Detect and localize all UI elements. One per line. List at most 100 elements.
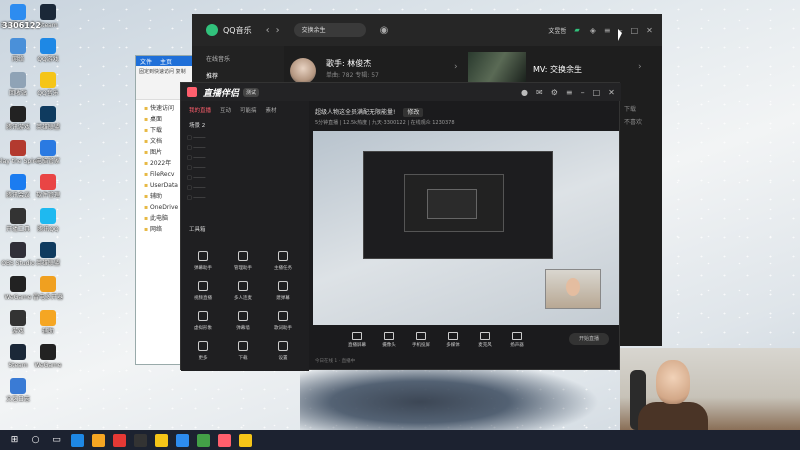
preview-nested-window bbox=[427, 189, 477, 219]
start-icon[interactable]: ⊞ bbox=[8, 434, 21, 447]
toolbox-item-label: 管理助手 bbox=[234, 266, 252, 271]
taskbar-app-icon[interactable] bbox=[218, 433, 231, 447]
mail-icon[interactable]: ✉ bbox=[536, 88, 543, 97]
toolbox-item[interactable]: 建弹幕 bbox=[265, 281, 301, 311]
toolbox-item[interactable]: 虚拟形象 bbox=[185, 311, 221, 341]
go-live-button[interactable]: 开始直播 bbox=[569, 333, 609, 345]
toolbox-item[interactable]: 歌词助手 bbox=[265, 311, 301, 341]
toolbox-item[interactable]: 下载 bbox=[225, 341, 261, 371]
source-item[interactable]: □ ──── bbox=[187, 173, 303, 183]
forward-icon[interactable]: › bbox=[276, 25, 280, 36]
app-icon bbox=[10, 72, 26, 88]
close-icon[interactable]: ✕ bbox=[646, 26, 653, 35]
desktop-shortcut-label: 腾讯游戏 bbox=[5, 124, 30, 131]
toolbox-item-label: 视频直播 bbox=[194, 296, 212, 301]
tab-other[interactable]: 可能搞 bbox=[240, 106, 257, 114]
back-icon[interactable]: ‹ bbox=[266, 25, 270, 36]
source-button-label: 摄像头 bbox=[382, 343, 396, 348]
taskbar-app-icon[interactable] bbox=[92, 433, 105, 447]
taskbar-app-icon[interactable] bbox=[71, 433, 84, 447]
edit-title-button[interactable]: 修改 bbox=[403, 108, 424, 117]
explorer-tab-file[interactable]: 文件 bbox=[140, 57, 152, 66]
taskbar-app-icon[interactable] bbox=[239, 433, 252, 447]
singer-name[interactable]: 歌手: 林俊杰 bbox=[326, 58, 371, 69]
tab-interact[interactable]: 互动 bbox=[220, 106, 231, 114]
scene-label[interactable]: 场景 2 bbox=[181, 119, 309, 131]
app-icon bbox=[40, 106, 56, 122]
mic-icon[interactable]: ◉ bbox=[380, 25, 389, 36]
source-button[interactable]: 多媒体 bbox=[439, 332, 467, 348]
source-button[interactable]: 麦克风 bbox=[471, 332, 499, 348]
tab-my-live[interactable]: 我的直播 bbox=[189, 106, 211, 114]
tab-material[interactable]: 素材 bbox=[266, 106, 277, 114]
qqmusic-titlebar: QQ音乐 ‹ › 交换余生 ◉ 文昱哲 ▰ ◈ ≡ – □ ✕ bbox=[192, 14, 662, 46]
singer-avatar[interactable] bbox=[290, 58, 316, 84]
source-item[interactable]: □ ──── bbox=[187, 143, 303, 153]
mv-title[interactable]: MV: 交换余生 bbox=[533, 64, 582, 75]
desktop-icons: 360安全卫士 Steam 网络 QQ游戏 回收站 QQ音乐 腾讯游戏 英雄联盟 Slay th… bbox=[0, 0, 100, 430]
live-companion-window[interactable]: 直播伴侣 测试 ● ✉ ⚙ ≡ – □ ✕ 我的直播 互动 可能搞 素材 场景 … bbox=[180, 82, 621, 371]
source-item[interactable]: □ ──── bbox=[187, 193, 303, 203]
preview-webcam bbox=[545, 269, 601, 309]
toolbox-item[interactable]: 管理助手 bbox=[225, 251, 261, 281]
app-icon bbox=[40, 38, 56, 54]
tool-icon bbox=[198, 281, 208, 291]
desktop-shortcut-label: 电脑管家 bbox=[35, 158, 60, 165]
source-button[interactable]: 直播屏幕 bbox=[343, 332, 371, 348]
maximize-icon[interactable]: □ bbox=[631, 26, 639, 35]
qqmusic-user-name[interactable]: 文昱哲 bbox=[548, 26, 566, 35]
search-icon[interactable]: ○ bbox=[29, 434, 42, 447]
toolbox-item[interactable]: 多人连麦 bbox=[225, 281, 261, 311]
taskview-icon[interactable]: ▭ bbox=[50, 434, 63, 447]
settings-icon[interactable]: ⚙ bbox=[551, 88, 558, 97]
desktop-shortcut[interactable]: 文艺日志 bbox=[0, 376, 36, 416]
minimize-icon[interactable]: – bbox=[581, 88, 585, 97]
source-item[interactable]: □ ──── bbox=[187, 183, 303, 193]
toolbox-item[interactable]: 更多 bbox=[185, 341, 221, 371]
source-button[interactable]: 手机投屏 bbox=[407, 332, 435, 348]
app-icon bbox=[10, 140, 26, 156]
explorer-tab-home[interactable]: 主页 bbox=[160, 57, 172, 66]
taskbar-app-icon[interactable] bbox=[155, 433, 168, 447]
toolbox-item[interactable]: 弹幕助手 bbox=[185, 251, 221, 281]
toolbox-item[interactable]: 视频直播 bbox=[185, 281, 221, 311]
chevron-right-icon[interactable]: › bbox=[454, 62, 458, 72]
dislike-label[interactable]: 不喜欢 bbox=[624, 117, 660, 126]
preview-nested-window bbox=[404, 174, 504, 232]
qqmusic-search-input[interactable]: 交换余生 bbox=[293, 23, 366, 37]
stream-title[interactable]: 超级人物这全员满配无限能量! 修改 bbox=[315, 107, 424, 117]
desktop-shortcut-label: 腾讯会议 bbox=[5, 192, 30, 199]
webcam-overlay bbox=[620, 348, 800, 430]
close-icon[interactable]: ✕ bbox=[608, 88, 615, 97]
toolbox-item[interactable]: 主播任务 bbox=[265, 251, 301, 281]
toolbox-item[interactable]: 设置 bbox=[265, 341, 301, 371]
live-main-panel: 超级人物这全员满配无限能量! 修改 5分钟直播 | 12.5k热度 | 九天·3… bbox=[309, 101, 621, 371]
taskbar-app-icon[interactable] bbox=[113, 433, 126, 447]
scene-source-list[interactable]: □ ──── □ ──── □ ──── □ ──── □ ──── □ ───… bbox=[181, 131, 309, 205]
source-item[interactable]: □ ──── bbox=[187, 133, 303, 143]
source-item[interactable]: □ ──── bbox=[187, 153, 303, 163]
maximize-icon[interactable]: □ bbox=[593, 88, 601, 97]
chevron-right-icon[interactable]: › bbox=[638, 62, 642, 72]
app-icon bbox=[10, 276, 26, 292]
source-item[interactable]: □ ──── bbox=[187, 163, 303, 173]
mv-thumbnail[interactable] bbox=[468, 52, 526, 82]
tool-icon bbox=[238, 251, 248, 261]
source-button[interactable]: 扬声器 bbox=[503, 332, 531, 348]
skin-icon[interactable]: ◈ bbox=[590, 26, 596, 35]
source-button[interactable]: 摄像头 bbox=[375, 332, 403, 348]
desktop-shortcut-label: 软件管理 bbox=[35, 192, 60, 199]
settings-icon[interactable]: ≡ bbox=[604, 26, 611, 35]
sidebar-section-label: 在线音乐 bbox=[206, 56, 231, 63]
app-icon bbox=[40, 276, 56, 292]
app-icon bbox=[40, 242, 56, 258]
app-icon bbox=[10, 38, 26, 54]
toolbox-item[interactable]: 弹幕墙 bbox=[225, 311, 261, 341]
desktop: 360安全卫士 Steam 网络 QQ游戏 回收站 QQ音乐 腾讯游戏 英雄联盟 Slay th… bbox=[0, 0, 800, 450]
menu-icon[interactable]: ≡ bbox=[566, 88, 573, 97]
taskbar-app-icon[interactable] bbox=[197, 433, 210, 447]
download-label[interactable]: 下载 bbox=[624, 104, 660, 113]
avatar-icon[interactable]: ● bbox=[521, 88, 528, 97]
taskbar-app-icon[interactable] bbox=[176, 433, 189, 447]
taskbar-app-icon[interactable] bbox=[134, 433, 147, 447]
